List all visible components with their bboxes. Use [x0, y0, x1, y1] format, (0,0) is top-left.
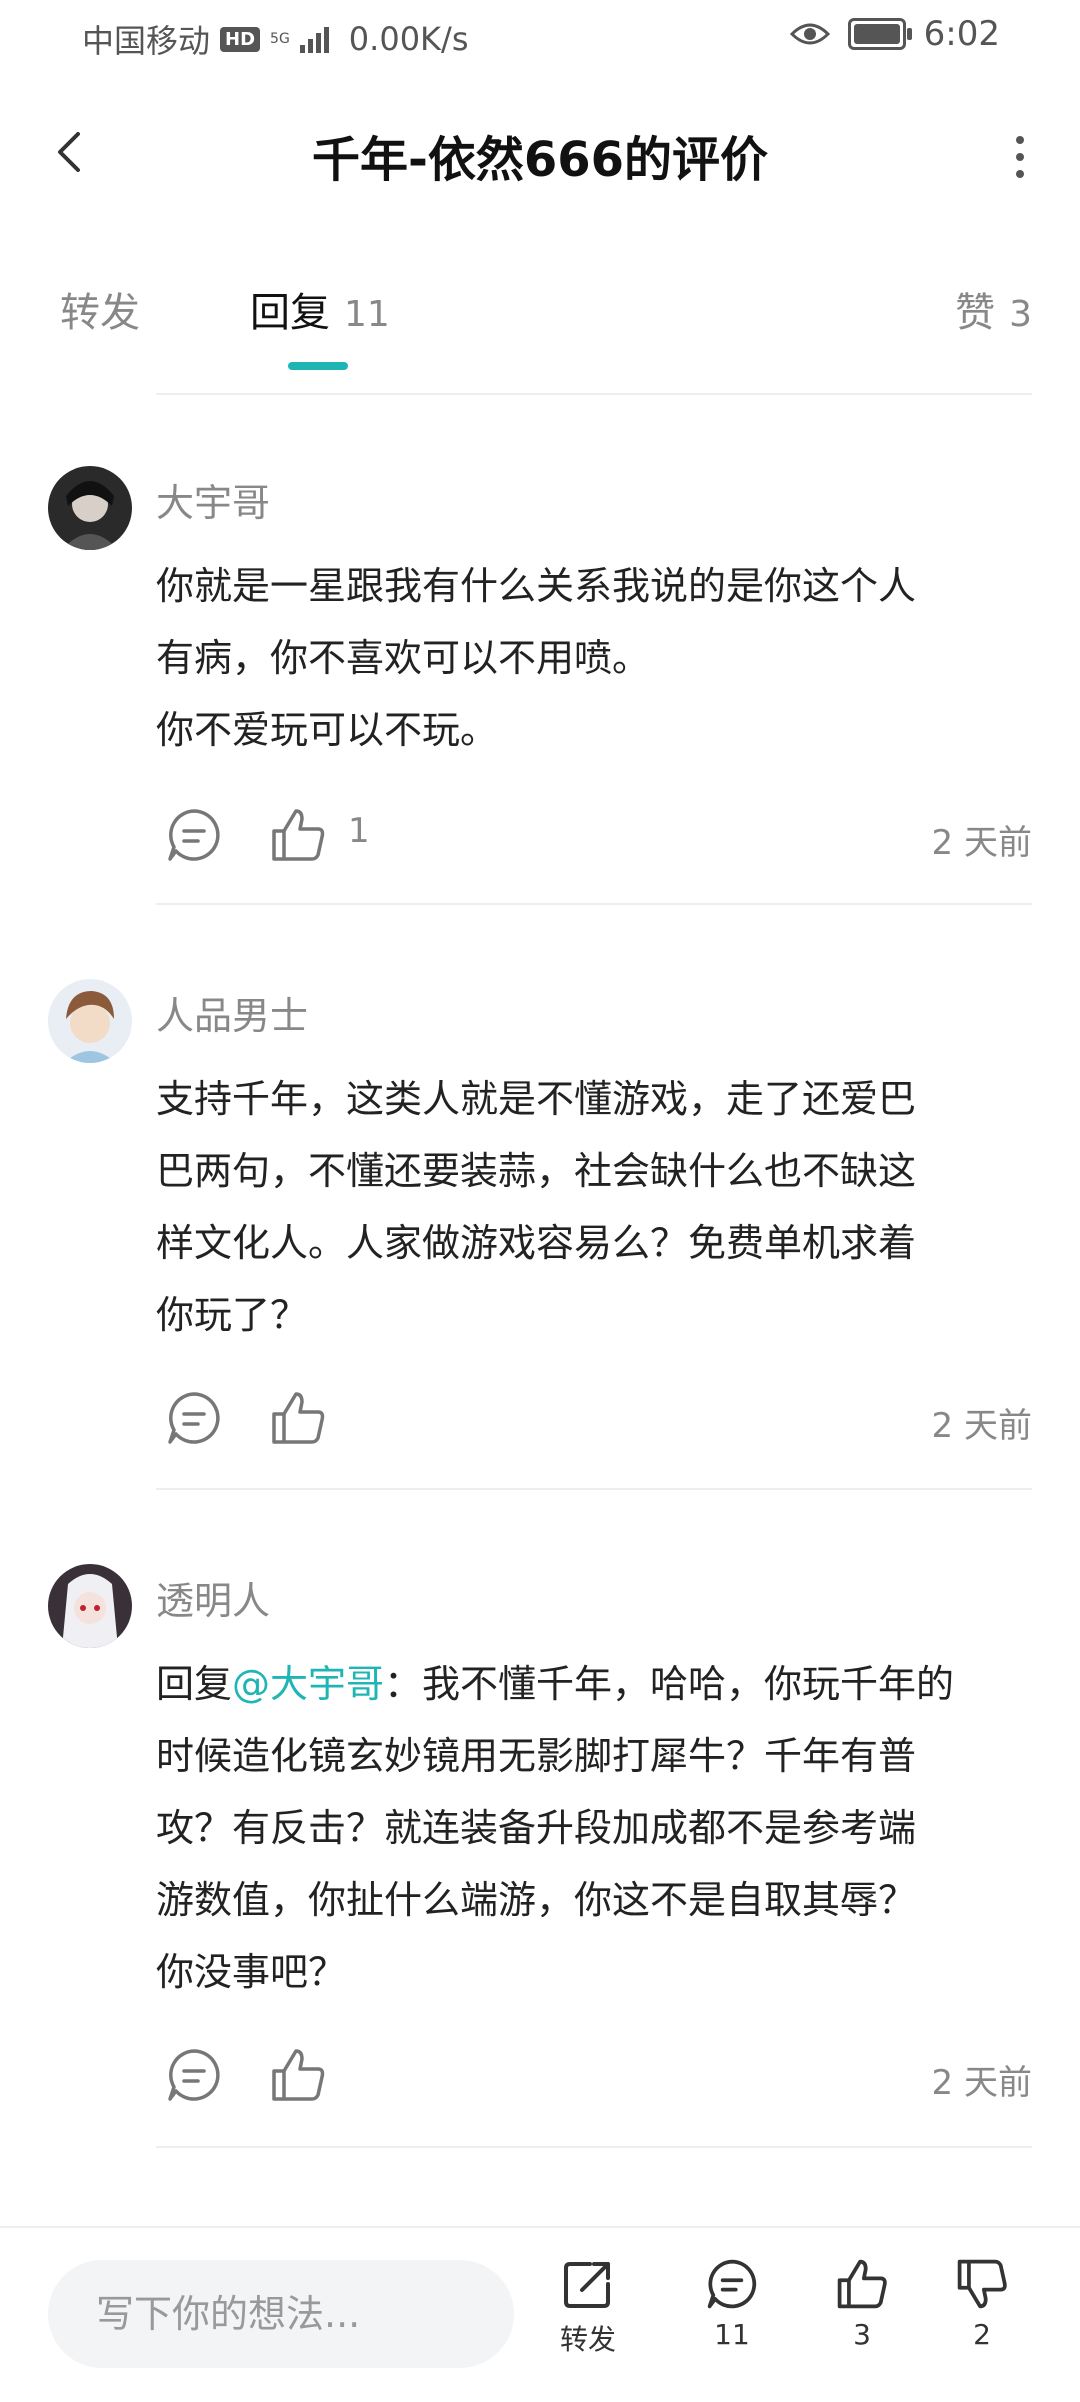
thumbs-down-icon — [957, 2259, 1007, 2309]
comment-line: 你没事吧？ — [156, 1950, 347, 1994]
avatar[interactable] — [48, 979, 132, 1063]
comment-body: 支持千年，这类人就是不懂游戏，走了还爱巴 巴两句，不懂还要装蒜，社会缺什么也不缺… — [156, 1063, 1036, 1351]
comment-line: 你就是一星跟我有什么关系我说的是你这个人 — [156, 564, 917, 608]
comment-icon — [707, 2259, 757, 2309]
comment-actions: 1 2 天前 — [156, 805, 1032, 875]
comment-line: 巴两句，不懂还要装蒜，社会缺什么也不缺这 — [156, 1149, 917, 1193]
comment-author[interactable]: 大宇哥 — [156, 472, 270, 527]
status-bar: 中国移动 HD 5G 0.00K/s 6:02 — [0, 0, 1080, 72]
comment-button[interactable]: 11 — [682, 2256, 782, 2351]
comment-line: 游数值，你扯什么端游，你这不是自取其辱？ — [156, 1878, 917, 1922]
thumbs-up-icon[interactable] — [268, 1388, 328, 1448]
like-button[interactable]: 3 — [812, 2256, 912, 2351]
clock: 6:02 — [923, 14, 1000, 54]
battery-icon — [847, 18, 912, 50]
dislike-button[interactable]: 2 — [932, 2256, 1032, 2351]
divider — [156, 1488, 1032, 1490]
reply-icon[interactable] — [164, 805, 224, 865]
tab-forward[interactable]: 转发 — [60, 280, 140, 338]
comment-author[interactable]: 人品男士 — [156, 985, 308, 1040]
divider — [156, 903, 1032, 905]
comment-line: 回复@大宇哥：我不懂千年，哈哈，你玩千年的 — [156, 1648, 1036, 1720]
comment-text: ：我不懂千年，哈哈，你玩千年的 — [384, 1662, 955, 1706]
comment-line: 攻？有反击？就连装备升段加成都不是参考端 — [156, 1806, 917, 1850]
comment-actions: 2 天前 — [156, 2045, 1032, 2115]
status-left: 中国移动 HD 5G 0.00K/s — [82, 16, 468, 62]
tab-likes[interactable]: 赞3 — [955, 280, 1032, 338]
carrier-name: 中国移动 — [82, 22, 211, 60]
header: 千年-依然666的评价 — [0, 100, 1080, 210]
avatar[interactable] — [48, 1564, 132, 1648]
tab-replies-label: 回复 — [250, 290, 330, 336]
comment-line: 支持千年，这类人就是不懂游戏，走了还爱巴 — [156, 1077, 917, 1121]
divider — [156, 2146, 1032, 2148]
share-icon — [564, 2262, 610, 2308]
active-tab-indicator — [288, 362, 348, 370]
comment-line: 有病，你不喜欢可以不用喷。 — [156, 636, 651, 680]
dislike-count: 2 — [973, 2318, 991, 2351]
comment-count: 11 — [714, 2318, 750, 2351]
eye-icon — [789, 23, 830, 45]
share-label: 转发 — [559, 2323, 616, 2356]
comment-line: 你玩了？ — [156, 1293, 309, 1337]
reply-icon[interactable] — [164, 2045, 224, 2105]
tab-replies-count: 11 — [344, 294, 390, 335]
comment-body: 回复@大宇哥：我不懂千年，哈哈，你玩千年的 时候造化镜玄妙镜用无影脚打犀牛？千年… — [156, 1648, 1036, 2008]
comment-actions: 2 天前 — [156, 1388, 1032, 1458]
comment-time: 2 天前 — [931, 823, 1032, 863]
reply-prefix: 回复 — [156, 1662, 233, 1706]
signal-icon — [299, 25, 329, 53]
comment-author[interactable]: 透明人 — [156, 1570, 270, 1625]
tab-forward-label: 转发 — [60, 290, 140, 336]
tab-likes-count: 3 — [1009, 294, 1032, 335]
divider — [156, 393, 1032, 395]
like-count: 3 — [853, 2318, 871, 2351]
network-speed: 0.00K/s — [348, 20, 469, 58]
comment-input[interactable] — [48, 2260, 514, 2368]
like-count: 1 — [348, 811, 370, 851]
comment-time: 2 天前 — [931, 1406, 1032, 1446]
comment-line: 样文化人。人家做游戏容易么？免费单机求着 — [156, 1221, 917, 1265]
thumbs-up-icon — [837, 2259, 887, 2309]
tab-likes-label: 赞 — [955, 290, 996, 336]
bottom-action-bar: 转发 11 3 2 — [0, 2226, 1080, 2402]
comment-body: 你就是一星跟我有什么关系我说的是你这个人 有病，你不喜欢可以不用喷。 你不爱玩可… — [156, 550, 1036, 766]
status-right: 6:02 — [789, 14, 1000, 54]
comment-line: 时候造化镜玄妙镜用无影脚打犀牛？千年有普 — [156, 1734, 917, 1778]
hd-badge: HD — [220, 26, 261, 52]
avatar[interactable] — [48, 466, 132, 550]
mention-link[interactable]: @大宇哥 — [232, 1662, 384, 1706]
reply-icon[interactable] — [164, 1388, 224, 1448]
share-button[interactable]: 转发 — [538, 2256, 638, 2358]
thumbs-up-icon[interactable] — [268, 2045, 328, 2105]
tab-replies[interactable]: 回复 11 — [250, 280, 390, 338]
more-vertical-icon[interactable] — [1000, 122, 1040, 192]
tab-bar: 转发 回复 11 赞3 — [0, 270, 1080, 380]
comment-line: 你不爱玩可以不玩。 — [156, 708, 499, 752]
network-type: 5G — [270, 31, 290, 47]
comment-time: 2 天前 — [931, 2063, 1032, 2103]
page-title: 千年-依然666的评价 — [311, 132, 769, 188]
thumbs-up-icon[interactable] — [268, 805, 328, 865]
